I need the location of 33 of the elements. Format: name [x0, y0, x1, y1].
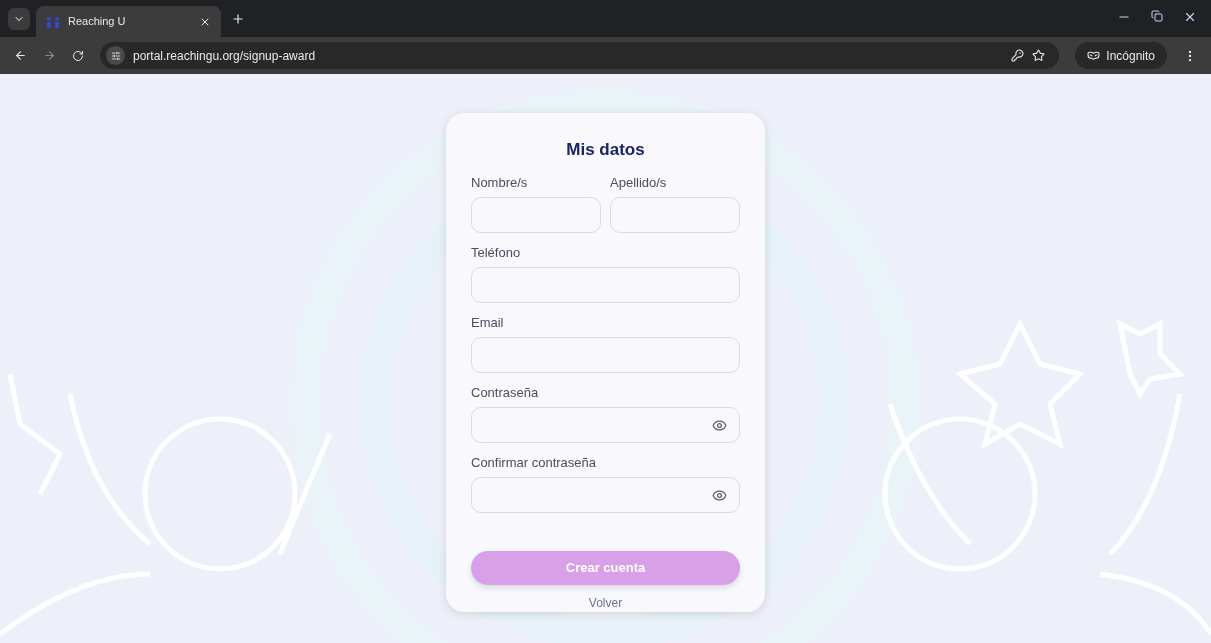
input-field[interactable]	[471, 267, 740, 303]
eye-icon[interactable]	[712, 487, 727, 503]
back-link[interactable]: Volver	[588, 594, 623, 612]
address-bar[interactable]: portal.reachingu.org/signup-award	[100, 42, 1060, 69]
password-field[interactable]	[471, 407, 740, 443]
input-field[interactable]	[471, 197, 601, 233]
incognito-icon	[1087, 49, 1101, 62]
back-icon[interactable]	[14, 49, 27, 62]
field-label: Email	[471, 315, 505, 331]
site-settings-icon[interactable]	[110, 50, 121, 61]
key-icon[interactable]	[1011, 49, 1025, 62]
field-label: Teléfono	[471, 245, 522, 261]
url-text: portal.reachingu.org/signup-award	[133, 47, 317, 65]
close-window-icon[interactable]	[1183, 10, 1197, 24]
tab-title: Reaching U	[68, 14, 127, 30]
star-icon[interactable]	[1032, 49, 1046, 62]
reload-icon[interactable]	[72, 49, 84, 62]
password-field[interactable]	[471, 477, 740, 513]
profile-chip[interactable]: Incógnito	[1075, 42, 1167, 69]
restore-icon[interactable]	[1151, 10, 1163, 22]
field-label: Contraseña	[471, 385, 540, 401]
field-label: Apellido/s	[610, 175, 668, 191]
input-field[interactable]	[471, 337, 740, 373]
eye-icon[interactable]	[712, 417, 727, 433]
forward-icon[interactable]	[43, 49, 56, 62]
browser-tab[interactable]: Reaching U	[36, 6, 221, 37]
tab-menu-button[interactable]	[8, 7, 30, 30]
logo-icon	[46, 15, 60, 28]
field-label: Nombre/s	[471, 175, 529, 191]
field-label: Confirmar contraseña	[471, 455, 597, 471]
new-tab-icon[interactable]	[231, 11, 245, 26]
form-title: Mis datos	[565, 139, 646, 161]
input-field[interactable]	[610, 197, 740, 233]
